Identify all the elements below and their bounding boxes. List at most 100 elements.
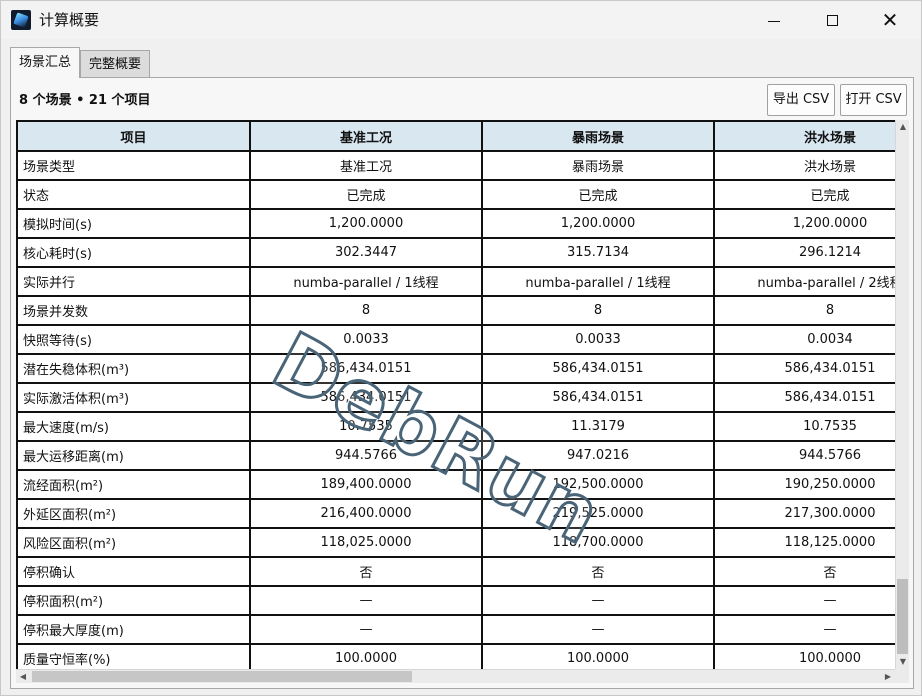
value-cell: 10.7535 [249,411,483,442]
value-cell: 10.7535 [713,411,895,442]
table-row[interactable]: 实际并行 numba-parallel / 1线程 numba-parallel /… [16,266,895,297]
value-cell: 118,025.0000 [249,527,483,558]
value-cell: 192,500.0000 [481,469,715,500]
value-cell: 0.0034 [713,324,895,355]
horizontal-scroll-thumb[interactable] [32,671,412,682]
value-cell: 100.0000 [249,643,483,669]
value-cell: 586,434.0151 [249,353,483,384]
table-row[interactable]: 停积面积(m²) — — — [16,585,895,616]
value-cell: 944.5766 [713,440,895,471]
row-label-cell: 风险区面积(m²) [16,527,251,558]
value-cell: 302.3447 [249,237,483,268]
row-label-cell: 质量守恒率(%) [16,643,251,669]
value-cell: 586,434.0151 [481,353,715,384]
value-cell: 洪水场景 [713,150,895,181]
value-cell: 118,700.0000 [481,527,715,558]
value-cell: 189,400.0000 [249,469,483,500]
scroll-down-icon[interactable]: ▼ [896,655,910,669]
close-icon: ✕ [881,8,899,32]
row-label-cell: 最大速度(m/s) [16,411,251,442]
row-label-cell: 停积面积(m²) [16,585,251,616]
tab-full-summary[interactable]: 完整概要 [80,50,150,77]
horizontal-scrollbar[interactable]: ◀ ▶ [16,669,895,683]
value-cell: numba-parallel / 1线程 [249,266,483,297]
table-row[interactable]: 外延区面积(m²) 216,400.0000 219,525.0000 217,300… [16,498,895,529]
maximize-button[interactable] [803,1,861,39]
table-row[interactable]: 场景并发数 8 8 8 [16,295,895,326]
open-csv-button[interactable]: 打开 CSV [840,84,907,116]
value-cell: 1,200.0000 [249,208,483,239]
window: 计算概要 ✕ 场景汇总 完整概要 8 个场景 • 21 个项目 导出 CSV 打… [0,0,922,696]
column-header[interactable]: 项目 [16,120,251,152]
table-header-row: 项目 基准工况 暴雨场景 洪水场景 [16,120,895,152]
value-cell: 219,525.0000 [481,498,715,529]
table-row[interactable]: 流经面积(m²) 189,400.0000 192,500.0000 190,250.… [16,469,895,500]
value-cell: 1,200.0000 [713,208,895,239]
value-cell: — [249,614,483,645]
value-cell: — [249,585,483,616]
value-cell: 否 [713,556,895,587]
value-cell: 8 [481,295,715,326]
minimize-button[interactable] [745,1,803,39]
results-table-viewport[interactable]: 项目 基准工况 暴雨场景 洪水场景 场景类型 基准工况 暴雨场景 洪水场景 状态 已完成已… [16,120,895,669]
scrollbar-corner [895,669,909,683]
value-cell: 暴雨场景 [481,150,715,181]
value-cell: 否 [249,556,483,587]
table-row[interactable]: 质量守恒率(%) 100.0000 100.0000 100.0000 [16,643,895,669]
close-button[interactable]: ✕ [861,1,919,39]
scroll-left-icon[interactable]: ◀ [16,670,30,684]
row-label-cell: 状态 [16,179,251,210]
value-cell: 586,434.0151 [481,382,715,413]
vertical-scrollbar[interactable]: ▲ ▼ [895,120,909,669]
table-row[interactable]: 模拟时间(s) 1,200.0000 1,200.0000 1,200.0000 [16,208,895,239]
value-cell: 586,434.0151 [249,382,483,413]
row-label-cell: 外延区面积(m²) [16,498,251,529]
value-cell: 315.7134 [481,237,715,268]
value-cell: numba-parallel / 2线程 [713,266,895,297]
table-row[interactable]: 最大运移距离(m) 944.5766 947.0216 944.5766 [16,440,895,471]
value-cell: — [481,585,715,616]
title-bar[interactable]: 计算概要 ✕ [1,1,921,39]
tab-scenario-summary[interactable]: 场景汇总 [10,47,80,78]
scroll-right-icon[interactable]: ▶ [881,670,895,684]
table-row[interactable]: 实际激活体积(m³) 586,434.0151 586,434.0151 586,43… [16,382,895,413]
app-logo-icon [11,10,31,30]
vertical-scroll-thumb[interactable] [897,579,908,654]
export-csv-button[interactable]: 导出 CSV [767,84,835,116]
table-row[interactable]: 最大速度(m/s) 10.7535 11.3179 10.7535 [16,411,895,442]
row-label-cell: 实际激活体积(m³) [16,382,251,413]
value-cell: 118,125.0000 [713,527,895,558]
value-cell: 否 [481,556,715,587]
value-cell: 已完成 [481,179,715,210]
value-cell: 8 [249,295,483,326]
table-row[interactable]: 核心耗时(s) 302.3447 315.7134 296.1214 [16,237,895,268]
table-row[interactable]: 状态 已完成 已完成 已完成 [16,179,895,210]
value-cell: 8 [713,295,895,326]
table-row[interactable]: 风险区面积(m²) 118,025.0000 118,700.0000 118,125… [16,527,895,558]
value-cell: 基准工况 [249,150,483,181]
row-label-cell: 快照等待(s) [16,324,251,355]
table-row[interactable]: 潜在失稳体积(m³) 586,434.0151 586,434.0151 586,43… [16,353,895,384]
row-label-cell: 场景并发数 [16,295,251,326]
value-cell: — [713,585,895,616]
scroll-up-icon[interactable]: ▲ [896,120,910,134]
value-cell: 已完成 [249,179,483,210]
table-row[interactable]: 场景类型 基准工况 暴雨场景 洪水场景 [16,150,895,181]
summary-count: 8 个场景 • 21 个项目 [19,93,151,108]
value-cell: — [481,614,715,645]
column-header[interactable]: 洪水场景 [713,120,895,152]
value-cell: 100.0000 [481,643,715,669]
value-cell: 944.5766 [249,440,483,471]
table-row[interactable]: 停积确认否否否 [16,556,895,587]
value-cell: 190,250.0000 [713,469,895,500]
value-cell: 0.0033 [481,324,715,355]
column-header[interactable]: 暴雨场景 [481,120,715,152]
value-cell: 216,400.0000 [249,498,483,529]
value-cell: 947.0216 [481,440,715,471]
table-row[interactable]: 快照等待(s) 0.0033 0.0033 0.0034 [16,324,895,355]
table-row[interactable]: 停积最大厚度(m) — — — [16,614,895,645]
value-cell: — [713,614,895,645]
value-cell: 已完成 [713,179,895,210]
column-header[interactable]: 基准工况 [249,120,483,152]
value-cell: 1,200.0000 [481,208,715,239]
